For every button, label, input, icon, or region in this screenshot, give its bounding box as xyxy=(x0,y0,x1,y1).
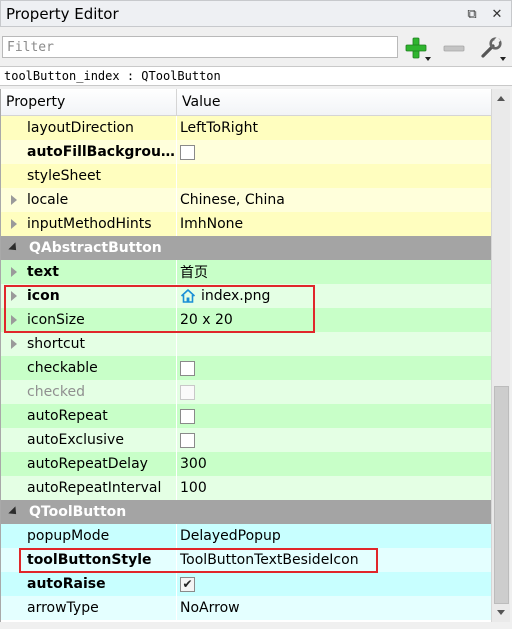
configure-button[interactable] xyxy=(478,35,506,61)
tree-header: Property Value xyxy=(1,89,491,116)
group-header-qabstractbutton[interactable]: QAbstractButton xyxy=(1,236,491,260)
autofillbackground-checkbox[interactable] xyxy=(180,144,195,160)
property-name: shortcut xyxy=(27,336,86,352)
property-name: locale xyxy=(27,192,69,208)
add-menu-arrow-icon xyxy=(425,57,431,61)
property-row-autoRepeat[interactable]: autoRepeat xyxy=(1,404,491,428)
property-row-text[interactable]: text 首页 xyxy=(1,260,491,284)
group-title: QAbstractButton xyxy=(29,240,162,256)
property-row-autoRepeatDelay[interactable]: autoRepeatDelay 300 xyxy=(1,452,491,476)
scrollbar-thumb[interactable] xyxy=(494,386,509,604)
property-value: 20 x 20 xyxy=(180,312,233,328)
home-icon xyxy=(180,289,196,303)
expand-arrow-icon[interactable] xyxy=(1,332,27,356)
object-class-label: toolButton_index : QToolButton xyxy=(0,66,512,86)
property-name: styleSheet xyxy=(27,168,102,184)
collapse-arrow-icon[interactable] xyxy=(8,506,20,518)
property-row-styleSheet[interactable]: styleSheet xyxy=(1,164,491,188)
scroll-up-arrow-icon[interactable] xyxy=(497,96,505,101)
checked-checkbox xyxy=(180,384,195,400)
checkmark-icon: ✔ xyxy=(182,577,193,591)
property-value: 首页 xyxy=(180,265,208,281)
group-header-qtoolbutton[interactable]: QToolButton xyxy=(1,500,491,524)
property-name: popupMode xyxy=(27,528,110,544)
property-name: autoRepeatDelay xyxy=(27,456,148,472)
property-value: ToolButtonTextBesideIcon xyxy=(180,552,359,568)
expand-arrow-icon[interactable] xyxy=(1,284,27,308)
scroll-down-arrow-icon[interactable] xyxy=(497,610,505,615)
property-row-popupMode[interactable]: popupMode DelayedPopup xyxy=(1,524,491,548)
property-value: NoArrow xyxy=(180,600,240,616)
property-value: ImhNone xyxy=(180,216,244,232)
group-title: QToolButton xyxy=(29,504,127,520)
panel-title: Property Editor xyxy=(6,4,119,23)
property-row-shortcut[interactable]: shortcut xyxy=(1,332,491,356)
property-name: checked xyxy=(27,384,85,400)
property-name: text xyxy=(27,264,59,280)
property-name: iconSize xyxy=(27,312,85,328)
property-row-icon[interactable]: icon index.png xyxy=(1,284,491,308)
property-value: 300 xyxy=(180,456,207,472)
property-column-header[interactable]: Property xyxy=(1,89,177,115)
expand-arrow-icon[interactable] xyxy=(1,308,27,332)
property-name: arrowType xyxy=(27,600,99,616)
property-name: autoRaise xyxy=(27,576,106,592)
property-row-autoExclusive[interactable]: autoExclusive xyxy=(1,428,491,452)
vertical-scrollbar[interactable] xyxy=(491,89,510,622)
property-name: icon xyxy=(27,288,60,304)
property-tree: Property Value layoutDirection LeftToRig… xyxy=(0,89,491,622)
property-row-checkable[interactable]: checkable xyxy=(1,356,491,380)
expand-arrow-icon[interactable] xyxy=(1,188,27,212)
property-name: autoFillBackgrou… xyxy=(27,144,175,160)
filter-input[interactable] xyxy=(2,36,398,58)
configure-menu-arrow-icon xyxy=(500,57,506,61)
property-value: Chinese, China xyxy=(180,192,285,208)
float-button[interactable]: ⧉ xyxy=(463,5,481,23)
collapse-arrow-icon[interactable] xyxy=(8,242,20,254)
property-value: index.png xyxy=(201,288,271,304)
property-name: inputMethodHints xyxy=(27,216,152,232)
property-value: DelayedPopup xyxy=(180,528,281,544)
expand-arrow-icon[interactable] xyxy=(1,212,27,236)
close-button[interactable]: ✕ xyxy=(488,5,506,23)
property-row-autoRepeatInterval[interactable]: autoRepeatInterval 100 xyxy=(1,476,491,500)
property-name: autoRepeat xyxy=(27,408,108,424)
property-name: autoExclusive xyxy=(27,432,124,448)
property-value: LeftToRight xyxy=(180,120,258,136)
add-property-button[interactable] xyxy=(403,35,431,61)
property-row-layoutDirection[interactable]: layoutDirection LeftToRight xyxy=(1,116,491,140)
minus-icon xyxy=(443,45,465,52)
expand-arrow-icon[interactable] xyxy=(1,260,27,284)
property-row-autoRaise[interactable]: autoRaise ✔ xyxy=(1,572,491,596)
autorepeat-checkbox[interactable] xyxy=(180,408,195,424)
property-row-checked[interactable]: checked xyxy=(1,380,491,404)
property-name: autoRepeatInterval xyxy=(27,480,162,496)
property-row-inputMethodHints[interactable]: inputMethodHints ImhNone xyxy=(1,212,491,236)
property-value: 100 xyxy=(180,480,207,496)
autoexclusive-checkbox[interactable] xyxy=(180,432,195,448)
autoraise-checkbox[interactable]: ✔ xyxy=(180,576,195,592)
property-row-iconSize[interactable]: iconSize 20 x 20 xyxy=(1,308,491,332)
property-name: layoutDirection xyxy=(27,120,134,136)
property-name: toolButtonStyle xyxy=(27,552,152,568)
value-column-header[interactable]: Value xyxy=(177,89,491,115)
property-name: checkable xyxy=(27,360,98,376)
remove-property-button[interactable] xyxy=(441,35,469,61)
property-row-toolButtonStyle[interactable]: toolButtonStyle ToolButtonTextBesideIcon xyxy=(1,548,491,572)
property-row-locale[interactable]: locale Chinese, China xyxy=(1,188,491,212)
property-row-arrowType[interactable]: arrowType NoArrow xyxy=(1,596,491,620)
toolbar xyxy=(0,28,512,66)
property-row-autoFillBackground[interactable]: autoFillBackgrou… xyxy=(1,140,491,164)
panel-title-bar: Property Editor ⧉ ✕ xyxy=(0,0,512,27)
checkable-checkbox[interactable] xyxy=(180,360,195,376)
